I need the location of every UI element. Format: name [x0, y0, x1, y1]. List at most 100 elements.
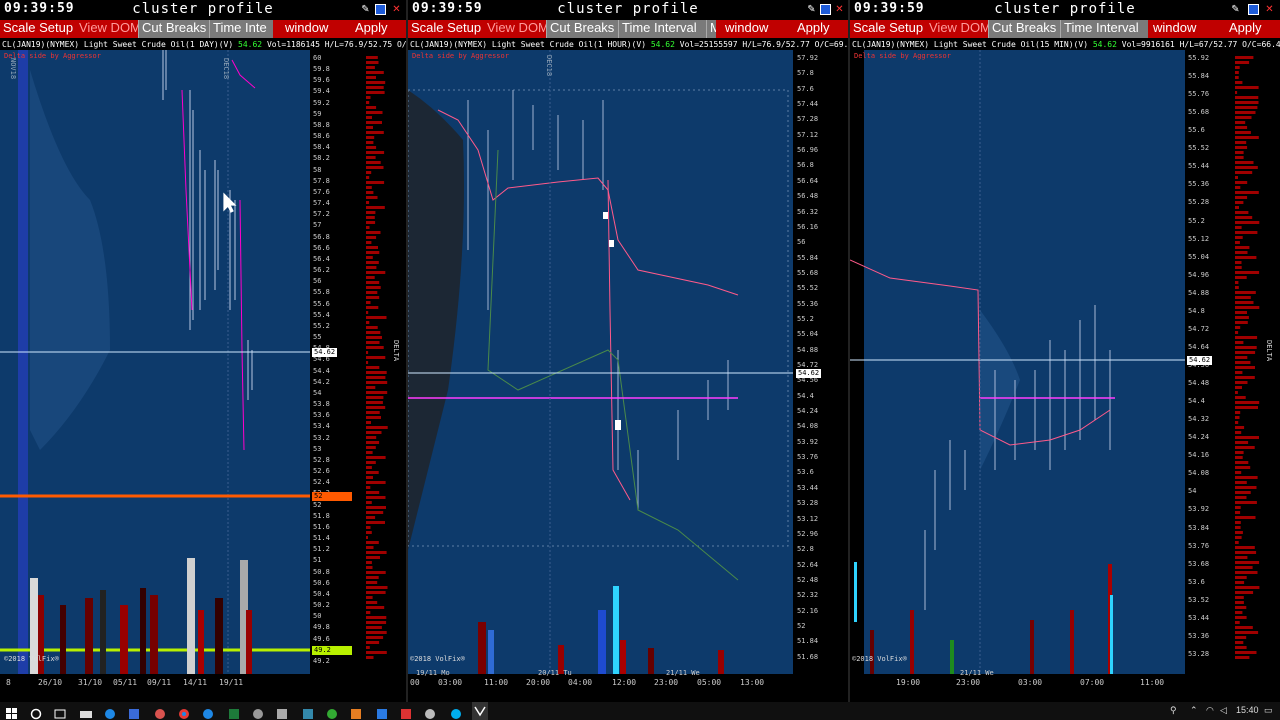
window-menu[interactable]: window [282, 20, 342, 38]
time-axis[interactable]: 00 03:00 11:00 20:00 04:00 12:00 23:00 05:00 13:… [408, 669, 848, 702]
delta-bar [1235, 441, 1249, 444]
scale-setup-menu[interactable]: Scale Setup [850, 20, 927, 38]
scale-setup-menu[interactable]: Scale Setup [0, 20, 77, 38]
app-icon[interactable] [252, 705, 264, 719]
maximize-icon[interactable] [375, 4, 386, 15]
apply-button[interactable]: Apply [352, 20, 406, 38]
app-icon[interactable] [276, 705, 288, 719]
cut-breaks-button[interactable]: Cut Breaks [546, 20, 618, 38]
wifi-icon[interactable]: ◠ [1206, 705, 1214, 716]
app-icon[interactable] [302, 705, 314, 719]
pin-icon[interactable]: ✎ [1230, 4, 1241, 15]
cluster-bars [162, 50, 253, 400]
apply-button[interactable]: Apply [794, 20, 848, 38]
delta-histogram [1235, 56, 1260, 659]
price-tick: 54.08 [1188, 469, 1210, 478]
time-tick: 23:00 [654, 678, 679, 687]
delta-bar [366, 341, 380, 344]
title-bar[interactable]: 09:39:59 cluster profile ✎ ✕ [408, 0, 848, 20]
price-tick: 60 [313, 54, 322, 62]
delta-bar [1235, 61, 1250, 64]
maximize-icon[interactable] [1248, 4, 1259, 15]
app-icon[interactable] [424, 705, 436, 719]
mail-icon[interactable] [80, 705, 92, 718]
time-axis[interactable]: 8 26/10 31/10 05/11 09/11 14/11 19/11 [0, 674, 406, 702]
app-icon[interactable] [154, 705, 166, 719]
delta-bar [1235, 531, 1243, 534]
view-dom-menu[interactable]: View DOM [76, 20, 138, 38]
close-icon[interactable]: ✕ [834, 4, 845, 15]
scale-setup-menu[interactable]: Scale Setup [408, 20, 485, 38]
delta-bar [366, 126, 373, 129]
window-menu[interactable]: window [722, 20, 782, 38]
taskbar-clock[interactable]: 15:40 [1236, 705, 1259, 715]
price-axis[interactable]: 60 59.8 59.6 59.4 59.2 59 58.8 58.6 58.4 58.2 58 57… [310, 50, 366, 674]
last-price: 54.62 [238, 40, 263, 49]
delta-bar [366, 621, 387, 624]
app-icon[interactable] [128, 705, 140, 719]
price-axis[interactable]: 57.92 57.8 57.6 57.44 57.28 57.12 56.96 56.8 56.… [794, 50, 848, 674]
app-icon[interactable] [376, 705, 388, 719]
volume-icon[interactable]: ◁ [1220, 705, 1227, 716]
cluster-chart[interactable]: Delta side by Aggressor [850, 50, 1185, 674]
app-icon[interactable] [400, 705, 412, 719]
app-icon[interactable] [326, 705, 338, 719]
delta-bar [366, 101, 370, 104]
excel-icon[interactable] [228, 705, 240, 719]
task-view-icon[interactable] [54, 705, 66, 719]
cluster-bars [924, 305, 1111, 610]
chrome-icon[interactable] [178, 705, 190, 719]
view-dom-menu[interactable]: View DOM [484, 20, 546, 38]
notifications-icon[interactable]: ▭ [1264, 705, 1273, 716]
delta-bar [366, 481, 386, 484]
delta-bar [366, 486, 371, 489]
volfix-icon[interactable] [472, 702, 488, 720]
search-icon[interactable] [30, 705, 42, 720]
delta-bar [366, 61, 379, 64]
delta-bar [366, 331, 381, 334]
title-bar[interactable]: 09:39:59 cluster profile ✎ ✕ [850, 0, 1280, 20]
view-dom-menu[interactable]: View DOM [926, 20, 988, 38]
price-tick: 54.8 [1188, 306, 1205, 315]
delta-bar [366, 631, 387, 634]
delta-bar [1235, 176, 1238, 179]
close-icon[interactable]: ✕ [391, 4, 402, 15]
delta-bar [1235, 501, 1257, 504]
time-interval-button[interactable]: Time Interval [618, 20, 706, 38]
price-tick: 54.24 [1188, 433, 1210, 442]
windows-start-icon[interactable] [6, 705, 18, 719]
tray-up-icon[interactable]: ⌃ [1190, 705, 1198, 716]
pin-icon[interactable]: ✎ [360, 4, 371, 15]
delta-bar [366, 131, 384, 134]
window-menu[interactable]: window [1150, 20, 1210, 38]
cut-breaks-button[interactable]: Cut Breaks [988, 20, 1060, 38]
time-interval-button[interactable]: Time Interval [1060, 20, 1148, 38]
more-button[interactable]: M [706, 20, 716, 38]
price-axis[interactable]: 55.92 55.84 55.76 55.68 55.6 55.52 55.44 55.36 5… [1185, 50, 1235, 674]
cluster-window-3: 09:39:59 cluster profile ✎ ✕ Scale Setup… [850, 0, 1280, 702]
delta-bar [366, 611, 371, 614]
edge-icon[interactable] [104, 705, 116, 719]
time-tick: 19:00 [896, 678, 921, 687]
delta-bar [1235, 591, 1254, 594]
app-icon[interactable] [350, 705, 362, 719]
delta-bar [366, 551, 387, 554]
price-tick: 58.2 [313, 154, 330, 163]
delta-bar [1235, 71, 1239, 74]
cluster-chart[interactable]: NOV18 DEC18 Delta side by Aggressor [0, 50, 310, 674]
time-interval-button[interactable]: Time Inte [209, 20, 273, 38]
maximize-icon[interactable] [820, 4, 831, 15]
time-axis[interactable]: 19:00 23:00 03:00 07:00 11:00 21/11 We [850, 669, 1280, 702]
cluster-chart[interactable]: DEC18 Delta side by Aggressor [408, 50, 793, 674]
delta-bar [1235, 331, 1239, 334]
skype-icon[interactable] [450, 705, 462, 719]
delta-bar [1235, 91, 1238, 94]
cut-breaks-button[interactable]: Cut Breaks [138, 20, 209, 38]
close-icon[interactable]: ✕ [1264, 4, 1275, 15]
price-tick: 55.2 [1188, 216, 1205, 225]
title-bar[interactable]: 09:39:59 cluster profile ✎ ✕ [0, 0, 406, 20]
pin-icon[interactable]: ✎ [806, 4, 817, 15]
apply-button[interactable]: Apply [1226, 20, 1280, 38]
network-icon[interactable]: ⚲ [1170, 705, 1177, 716]
app-icon[interactable] [202, 705, 214, 719]
